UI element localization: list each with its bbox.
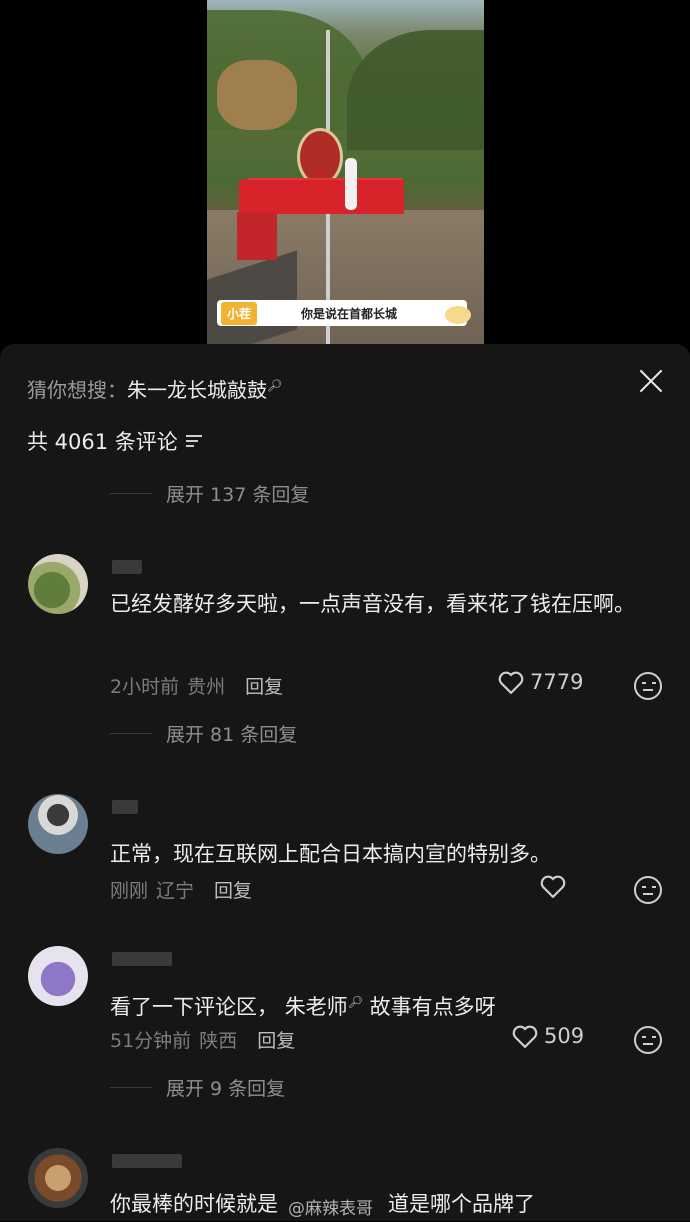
comment-count-label: 共 4061 条评论 (27, 430, 178, 454)
comment-meta: 51分钟前 陕西 回复 (110, 1026, 295, 1053)
comment-location: 陕西 (199, 1030, 238, 1052)
video-person (345, 158, 357, 210)
subtitle-tag: 小茬 (221, 301, 258, 325)
search-icon: 🔎︎ (347, 995, 363, 1009)
emoji-react-icon[interactable] (634, 876, 662, 904)
emoji-react-icon[interactable] (634, 672, 662, 700)
comment-time: 51分钟前 (110, 1030, 192, 1052)
expand-replies-button[interactable]: 展开 81 条回复 (110, 720, 297, 747)
comment-text-part: 你最棒的时候就是 (110, 1192, 278, 1216)
comment-text-part: 故事有点多呀 (369, 995, 496, 1019)
divider (110, 493, 152, 494)
comment-time: 刚刚 (110, 880, 149, 902)
avatar[interactable] (28, 1148, 88, 1208)
heart-icon (512, 1025, 538, 1048)
username-redacted[interactable] (112, 952, 172, 966)
like-button[interactable] (540, 874, 572, 898)
like-button[interactable]: 7779 (498, 670, 583, 694)
mention-link[interactable]: 朱老师 (285, 995, 348, 1019)
video-stage (239, 180, 404, 214)
avatar[interactable] (28, 794, 88, 854)
avatar[interactable] (28, 946, 88, 1006)
username-redacted[interactable] (112, 1154, 182, 1168)
search-suggestion-term[interactable]: 朱一龙长城敲鼓 (127, 378, 267, 402)
comment-location: 贵州 (187, 676, 226, 698)
sort-icon[interactable] (185, 435, 202, 447)
reply-button[interactable]: 回复 (257, 1026, 295, 1053)
comment-text: 正常，现在互联网上配合日本搞内宣的特别多。 (110, 842, 551, 866)
comment-panel: 猜你想搜：朱一龙长城敲鼓🔎︎ 共 4061 条评论 展开 137 条回复 已经发… (0, 344, 690, 1221)
video-mountain (347, 30, 484, 150)
subtitle-text: 你是说在首都长城 (301, 306, 398, 321)
avatar[interactable] (28, 554, 88, 614)
like-count: 7779 (530, 670, 584, 694)
video-player[interactable]: 小茬 你是说在首都长城 (207, 0, 484, 344)
search-suggestion[interactable]: 猜你想搜：朱一龙长城敲鼓🔎︎ (27, 374, 282, 403)
watermark: @麻辣表哥 (288, 1199, 373, 1219)
comment-meta: 刚刚 辽宁 回复 (110, 876, 252, 903)
search-suggestion-prefix: 猜你想搜： (27, 378, 127, 402)
comment-location: 辽宁 (156, 880, 195, 902)
close-icon[interactable] (638, 368, 664, 394)
divider (110, 733, 152, 734)
comment-time: 2小时前 (110, 676, 180, 698)
comment-text: 你最棒的时候就是 道是哪个品牌了 (110, 1186, 670, 1222)
comment-text-part: 道是哪个品牌了 (388, 1192, 535, 1216)
video-rock (217, 60, 297, 130)
divider (110, 1087, 152, 1088)
comment-text: 已经发酵好多天啦，一点声音没有，看来花了钱在压啊。 (110, 592, 635, 616)
expand-replies-label: 展开 9 条回复 (166, 1078, 286, 1100)
reply-button[interactable]: 回复 (245, 672, 283, 699)
reply-button[interactable]: 回复 (214, 876, 252, 903)
comment-count: 共 4061 条评论 (27, 426, 202, 456)
username-redacted[interactable] (112, 560, 142, 574)
subtitle-sticker-icon (445, 306, 471, 324)
username-redacted[interactable] (112, 800, 138, 814)
comment-text-part: 看了一下评论区， (110, 995, 278, 1019)
heart-icon (540, 875, 566, 898)
like-count: 509 (544, 1024, 585, 1048)
comment-text: 看了一下评论区， 朱老师🔎︎ 故事有点多呀 (110, 984, 670, 1025)
like-button[interactable]: 509 (512, 1024, 584, 1048)
comment-meta: 2小时前 贵州 回复 (110, 672, 283, 699)
heart-icon (498, 671, 524, 694)
emoji-react-icon[interactable] (634, 1026, 662, 1054)
video-stage-base (237, 212, 277, 260)
expand-replies-button[interactable]: 展开 137 条回复 (110, 480, 309, 507)
expand-replies-label: 展开 81 条回复 (166, 724, 298, 746)
video-subtitle: 小茬 你是说在首都长城 (217, 300, 471, 326)
expand-replies-label: 展开 137 条回复 (166, 484, 310, 506)
expand-replies-button[interactable]: 展开 9 条回复 (110, 1074, 285, 1101)
search-icon: 🔎︎ (267, 378, 283, 393)
